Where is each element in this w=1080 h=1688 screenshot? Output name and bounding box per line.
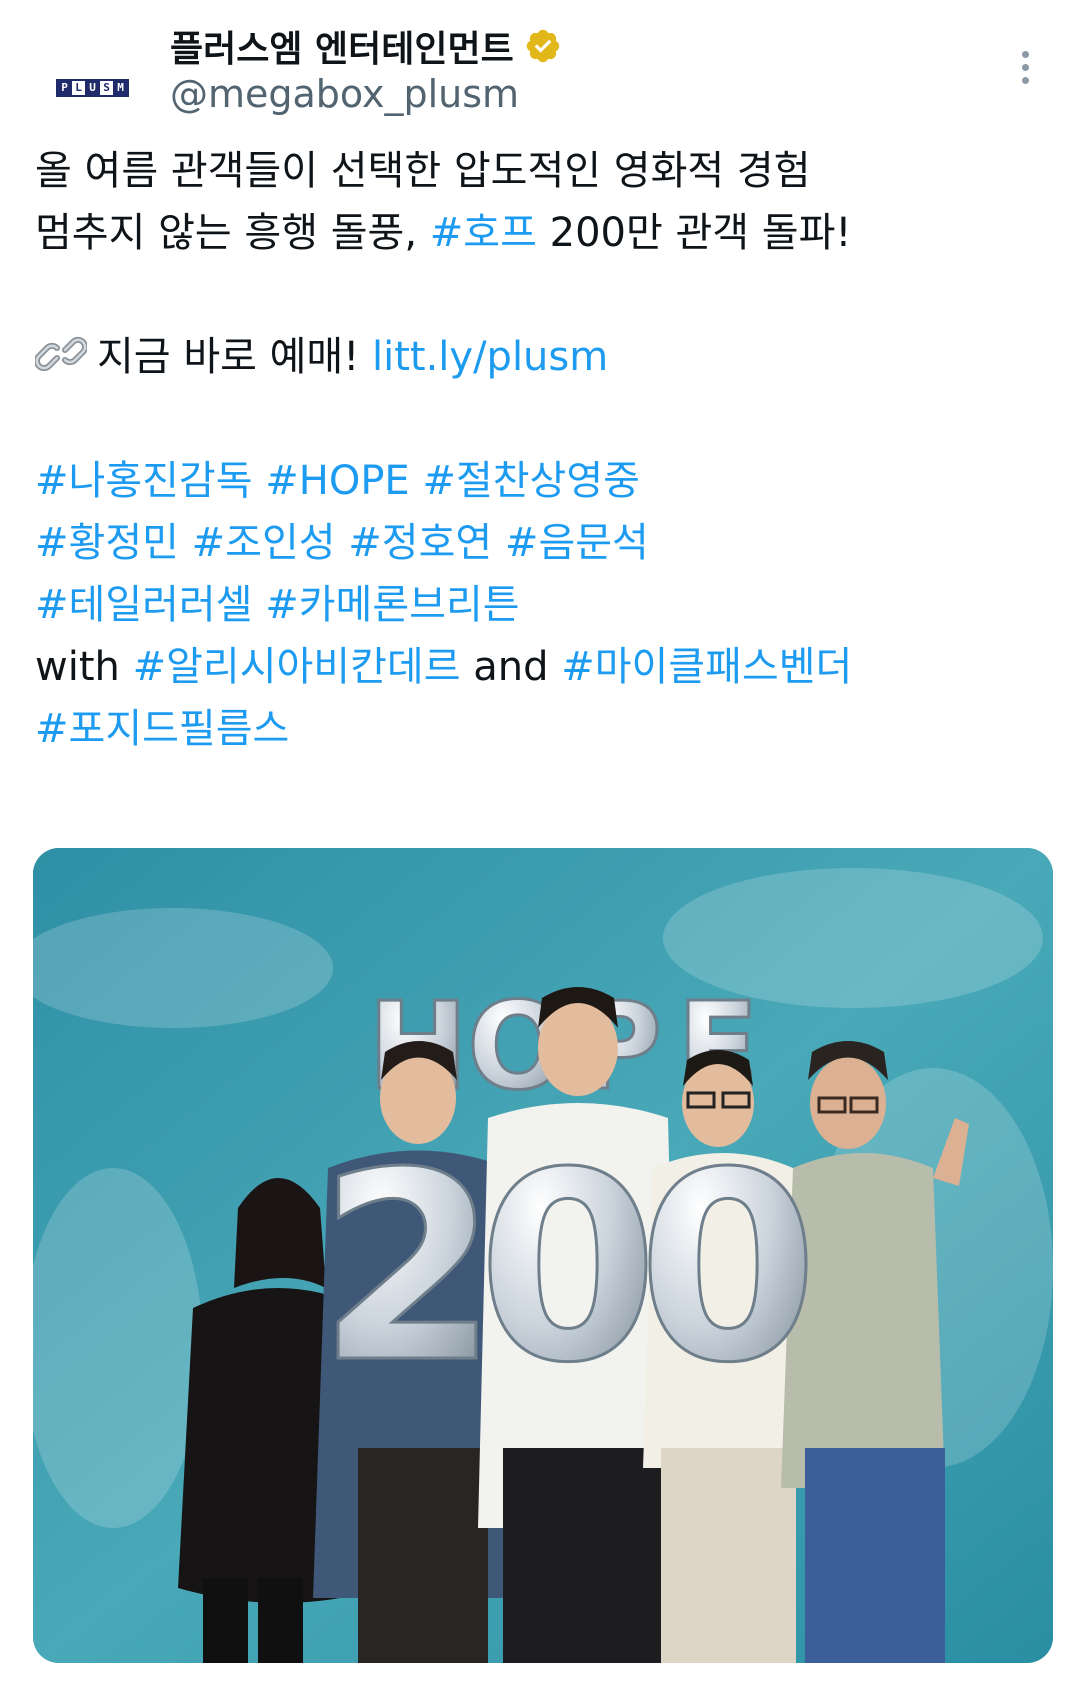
hashtag-row: #테일러러셀 #카메론브리튼 <box>35 574 1045 636</box>
plusm-logo: P L U S M <box>56 78 129 97</box>
hashtag-link[interactable]: #정호연 <box>348 520 492 566</box>
hashtag-link[interactable]: #호프 <box>430 210 537 256</box>
text-line: #포지드필름스 <box>35 698 1045 760</box>
hashtag-link[interactable]: #포지드필름스 <box>35 706 289 752</box>
hashtag-link[interactable]: #마이클패스벤더 <box>561 644 852 690</box>
hashtag-link[interactable]: #나홍진감독 <box>35 458 253 504</box>
number-balloon-digit: 0 <box>478 1118 659 1420</box>
text-segment: 200만 관객 돌파! <box>536 210 852 256</box>
hashtag-row: #나홍진감독 #HOPE #절찬상영중 <box>35 450 1045 512</box>
verified-badge-icon <box>526 29 559 63</box>
more-options-icon[interactable] <box>1005 42 1045 92</box>
logo-letter: U <box>86 80 99 95</box>
hashtag-link[interactable]: #알리시아비칸데르 <box>133 644 461 690</box>
hashtag-link[interactable]: #카메론브리튼 <box>265 582 519 628</box>
text-segment: and <box>460 644 562 690</box>
text-line: with #알리시아비칸데르 and #마이클패스벤더 <box>35 636 1045 698</box>
author-name-row: 플러스엠 엔터테인먼트 <box>170 20 562 72</box>
number-200-balloons: 200 <box>316 1117 820 1422</box>
text-line: 지금 바로 예매! litt.ly/plusm <box>35 326 1045 388</box>
hashtag-link[interactable]: #조인성 <box>192 520 336 566</box>
logo-letter: L <box>72 80 85 95</box>
text-segment: 지금 바로 예매! <box>97 334 372 380</box>
tweet-text: 올 여름 관객들이 선택한 압도적인 영화적 경험 멈추지 않는 흥행 돌풍, … <box>35 140 1045 760</box>
author-handle[interactable]: @megabox_plusm <box>170 72 519 116</box>
text-line: 올 여름 관객들이 선택한 압도적인 영화적 경험 <box>35 140 1045 202</box>
text-segment: 멈추지 않는 흥행 돌풍, <box>35 210 430 256</box>
hashtag-row: #황정민 #조인성 #정호연 #음문석 <box>35 512 1045 574</box>
text-segment: 올 여름 관객들이 선택한 압도적인 영화적 경험 <box>35 148 811 194</box>
avatar[interactable]: P L U S M <box>35 30 150 145</box>
tweet-header: P L U S M 플러스엠 엔터테인먼트 @megabox_plusm <box>35 20 1045 145</box>
link-emoji-icon <box>35 336 87 372</box>
hashtag-link[interactable]: #황정민 <box>35 520 179 566</box>
logo-letter: S <box>100 80 113 95</box>
external-link[interactable]: litt.ly/plusm <box>372 334 608 380</box>
number-balloon-digit: 0 <box>638 1118 819 1420</box>
author-display-name[interactable]: 플러스엠 엔터테인먼트 <box>170 20 514 72</box>
logo-letter: P <box>58 80 71 95</box>
number-balloon-digit: 2 <box>318 1118 499 1420</box>
hashtag-link[interactable]: #HOPE <box>265 458 409 504</box>
hashtag-link[interactable]: #음문석 <box>505 520 649 566</box>
tweet-card: P L U S M 플러스엠 엔터테인먼트 @megabox_plusm 올 여… <box>0 0 1080 1688</box>
text-segment: with <box>35 644 133 690</box>
text-line: 멈추지 않는 흥행 돌풍, #호프 200만 관객 돌파! <box>35 202 1045 264</box>
logo-letter: M <box>114 80 127 95</box>
tweet-photo[interactable]: HOPE <box>33 848 1053 1663</box>
photo-illustration: HOPE <box>33 848 1053 1663</box>
hashtag-link[interactable]: #절찬상영중 <box>422 458 640 504</box>
hashtag-link[interactable]: #테일러러셀 <box>35 582 253 628</box>
